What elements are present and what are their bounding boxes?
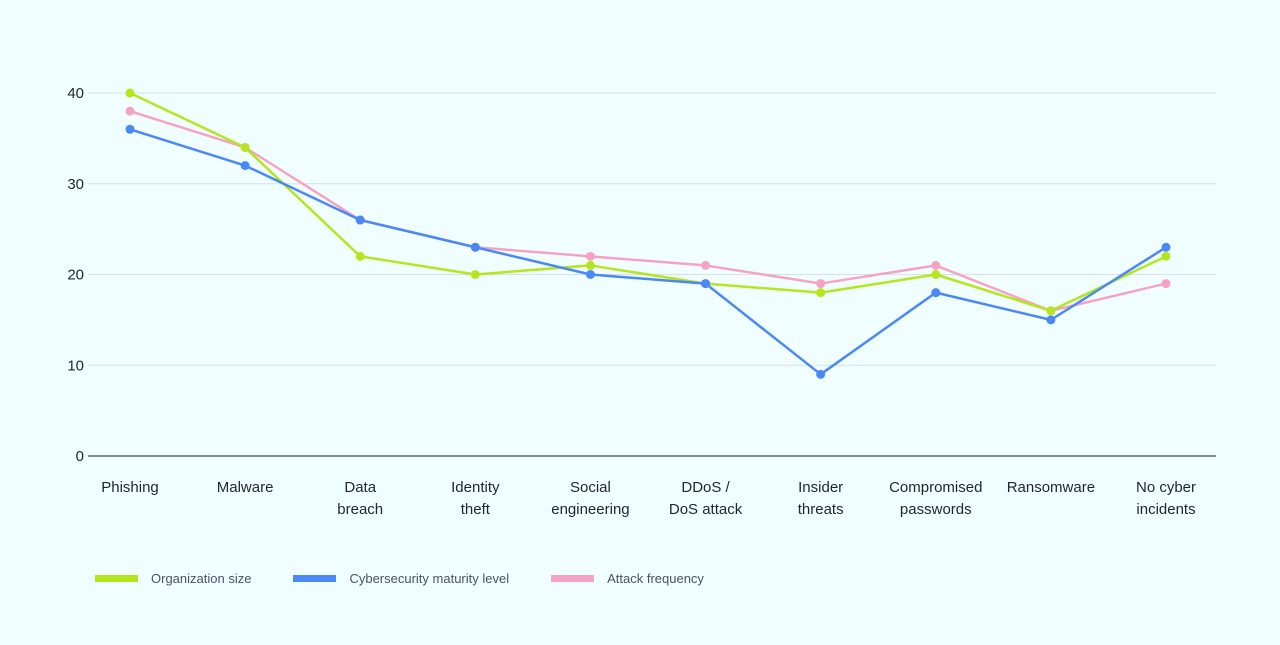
data-point[interactable] bbox=[1161, 279, 1171, 289]
series-organization-size bbox=[125, 88, 1171, 316]
data-point[interactable] bbox=[585, 270, 595, 279]
line-chart: 0 10 20 30 40 Phishing Malware Data breach Ident… bbox=[67, 85, 1216, 518]
data-point[interactable] bbox=[931, 270, 941, 279]
data-point[interactable] bbox=[240, 142, 250, 152]
data-point[interactable] bbox=[1046, 315, 1056, 325]
data-point[interactable] bbox=[470, 270, 480, 279]
data-point[interactable] bbox=[125, 106, 135, 116]
data-point[interactable] bbox=[585, 260, 595, 270]
data-point[interactable] bbox=[125, 124, 135, 134]
legend-label: Attack frequency bbox=[607, 571, 704, 586]
x-category-label: No cyber incidents bbox=[1136, 479, 1196, 518]
x-category-label: Malware bbox=[217, 479, 274, 496]
series-line bbox=[129, 128, 1167, 376]
data-point[interactable] bbox=[355, 215, 365, 225]
legend: Organization size Cybersecurity maturity… bbox=[95, 571, 746, 586]
data-point[interactable] bbox=[355, 251, 365, 261]
y-tick-label: 0 bbox=[76, 448, 84, 465]
legend-item-attack-frequency[interactable]: Attack frequency bbox=[551, 571, 704, 586]
data-point[interactable] bbox=[701, 260, 711, 270]
x-category-label: Data breach bbox=[337, 479, 383, 518]
data-point[interactable] bbox=[1046, 306, 1056, 316]
data-point[interactable] bbox=[240, 161, 250, 171]
x-axis-categories: Phishing Malware Data breach Identity theft So… bbox=[101, 479, 1196, 518]
data-point[interactable] bbox=[585, 251, 595, 261]
data-point[interactable] bbox=[816, 288, 826, 298]
x-category-label: Identity theft bbox=[451, 479, 500, 518]
x-category-label: Social engineering bbox=[551, 479, 629, 518]
legend-swatch bbox=[293, 575, 337, 582]
series-lines bbox=[125, 88, 1171, 379]
y-tick-label: 20 bbox=[67, 267, 84, 284]
series-attack-frequency bbox=[125, 106, 1171, 316]
x-category-label: DDoS / DoS attack bbox=[669, 479, 743, 518]
data-point[interactable] bbox=[1161, 251, 1171, 261]
x-category-label: Phishing bbox=[101, 479, 159, 496]
legend-swatch bbox=[551, 575, 595, 582]
legend-label: Cybersecurity maturity level bbox=[349, 571, 510, 586]
legend-label: Organization size bbox=[151, 571, 252, 586]
x-category-label: Insider threats bbox=[798, 479, 844, 518]
data-point[interactable] bbox=[816, 369, 826, 379]
y-tick-label: 30 bbox=[67, 176, 84, 193]
data-point[interactable] bbox=[816, 279, 826, 289]
x-category-label: Ransomware bbox=[1007, 479, 1095, 496]
legend-item-organization-size[interactable]: Organization size bbox=[95, 571, 251, 586]
series-cybersecurity-maturity-level bbox=[125, 124, 1171, 379]
data-point[interactable] bbox=[1161, 242, 1171, 252]
x-category-label: Compromised passwords bbox=[889, 479, 982, 518]
legend-item-cybersecurity-maturity[interactable]: Cybersecurity maturity level bbox=[293, 571, 509, 586]
y-tick-label: 40 bbox=[67, 85, 84, 102]
series-line bbox=[129, 109, 1167, 313]
data-point[interactable] bbox=[470, 242, 480, 252]
legend-swatch bbox=[95, 575, 138, 582]
y-axis-ticks: 0 10 20 30 40 bbox=[67, 85, 84, 465]
data-point[interactable] bbox=[931, 260, 941, 270]
data-point[interactable] bbox=[931, 288, 941, 298]
y-tick-label: 10 bbox=[67, 357, 84, 374]
data-point[interactable] bbox=[701, 279, 711, 289]
data-point[interactable] bbox=[125, 88, 135, 98]
